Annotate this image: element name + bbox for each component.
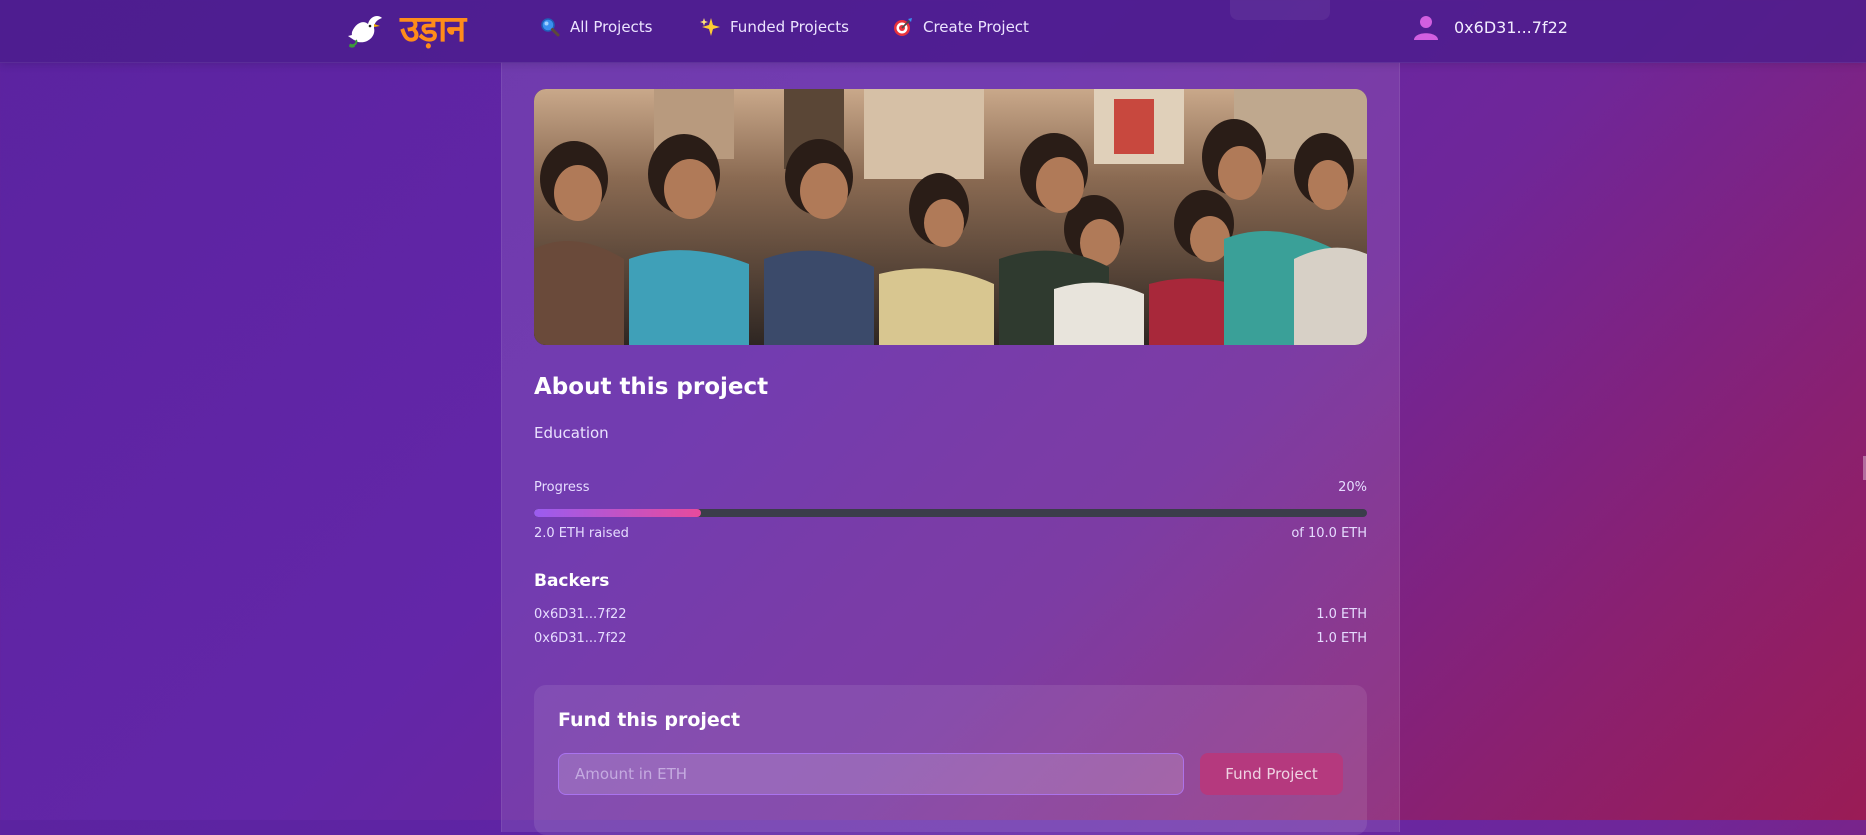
fund-project-card: Fund this project Fund Project: [534, 685, 1367, 835]
user-address: 0x6D31...7f22: [1454, 17, 1568, 37]
nav-create-project[interactable]: Create Project: [893, 16, 1029, 38]
about-heading: About this project: [534, 374, 769, 400]
nav-funded-projects[interactable]: Funded Projects: [700, 16, 849, 38]
fund-project-button[interactable]: Fund Project: [1200, 753, 1343, 795]
hidden-header-button: [1230, 0, 1330, 20]
logo-text: उड़ान: [400, 9, 466, 50]
progress-bar: [534, 509, 1367, 517]
progress-percent: 20%: [1338, 480, 1367, 495]
fund-title: Fund this project: [558, 709, 741, 731]
backer-amount: 1.0 ETH: [1316, 631, 1367, 646]
dove-icon: [348, 16, 382, 48]
project-category: Education: [534, 424, 609, 442]
nav-all-projects-label: All Projects: [570, 18, 653, 36]
search-icon: [541, 18, 560, 37]
logo[interactable]: उड़ान: [346, 6, 466, 54]
funding-goal: of 10.0 ETH: [1291, 526, 1367, 541]
progress-label: Progress: [534, 480, 590, 495]
user-icon: [1414, 16, 1438, 40]
amount-raised: 2.0 ETH raised: [534, 526, 629, 541]
nav-create-project-label: Create Project: [923, 18, 1029, 36]
backer-row: 0x6D31...7f22 1.0 ETH: [534, 607, 1367, 625]
backer-address: 0x6D31...7f22: [534, 631, 627, 646]
backer-amount: 1.0 ETH: [1316, 607, 1367, 622]
nav-funded-projects-label: Funded Projects: [730, 18, 849, 36]
sparkles-icon: [700, 18, 720, 36]
nav-all-projects[interactable]: All Projects: [540, 16, 653, 38]
user-account[interactable]: 0x6D31...7f22: [1412, 12, 1568, 42]
backer-address: 0x6D31...7f22: [534, 607, 627, 622]
project-detail-panel: About this project Education Progress 20…: [501, 62, 1400, 835]
backers-heading: Backers: [534, 571, 610, 591]
classroom-photo: [534, 89, 1367, 345]
backer-row: 0x6D31...7f22 1.0 ETH: [534, 631, 1367, 649]
amount-input[interactable]: [558, 753, 1184, 795]
top-navbar: उड़ान All Projects Funded Projects Creat…: [0, 0, 1866, 63]
target-icon: [894, 18, 912, 36]
project-image: [534, 89, 1367, 345]
progress-bar-fill: [534, 509, 701, 517]
